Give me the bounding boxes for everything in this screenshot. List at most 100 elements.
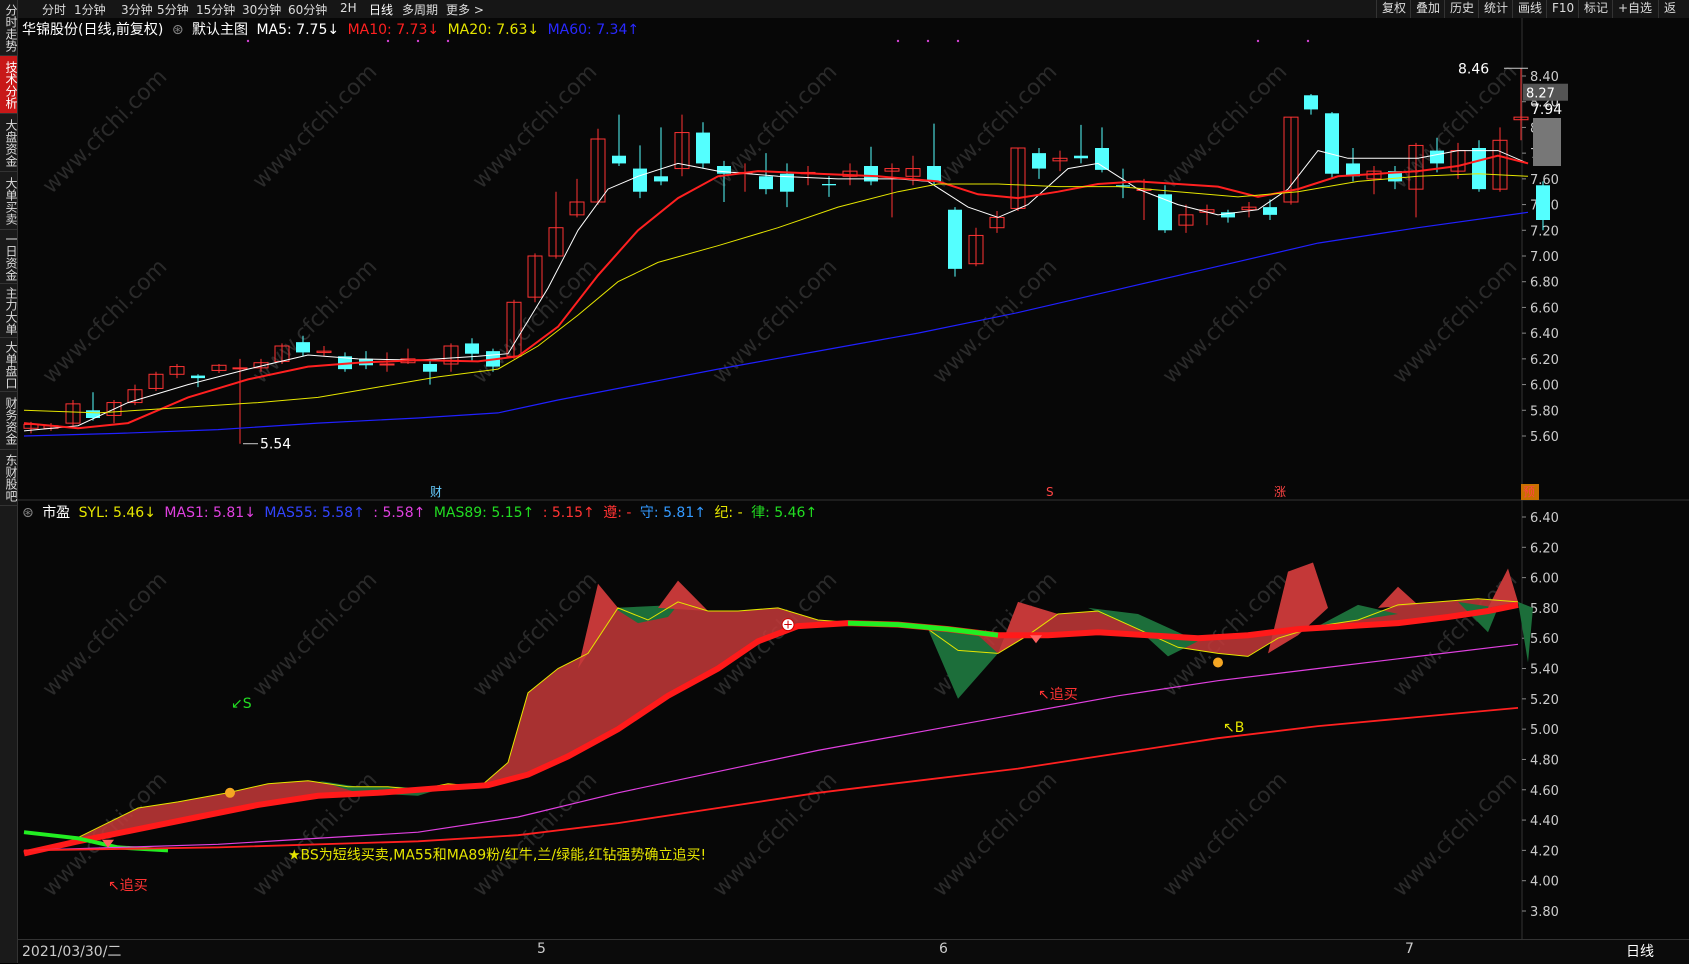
period-tab-5min[interactable]: 5分钟 [157, 1, 189, 18]
indicator-legend: ⊛ 市盈 SYL: 5.46↓ MAS1: 5.81↓ MAS55: 5.58↑… [22, 502, 821, 522]
sidebar-tab[interactable]: 大单买卖 [0, 172, 18, 230]
candle-down [423, 364, 437, 372]
event-dot [246, 39, 250, 43]
chase-buy-annotation-left: ↖追买 [108, 878, 148, 894]
candle-down [1536, 185, 1550, 220]
candle-down [948, 209, 962, 269]
sidebar-tab[interactable]: 东财股吧 [0, 450, 18, 506]
month-label-5: 5 [537, 941, 546, 957]
mas55-legend: MAS55: 5.58↑ [264, 505, 365, 521]
candle-up [379, 363, 395, 366]
strategy-note: ★BS为短线买卖,MA55和MA89粉/红牛,兰/绿能,红钻强势确立追买! [288, 847, 706, 863]
hand-pointer-icon [225, 787, 235, 798]
overlay-button[interactable]: 叠加 [1410, 0, 1445, 18]
sidebar-tab[interactable]: 大盘资金 [0, 114, 18, 172]
sidebar-tab[interactable]: 技术分析 [0, 56, 18, 114]
candle-down [1095, 148, 1109, 170]
event-dot [1306, 39, 1310, 43]
ma5-legend: MA5: 7.75↓ [256, 22, 340, 38]
syl-legend: SYL: 5.46↓ [78, 505, 156, 521]
history-button[interactable]: 历史 [1444, 0, 1479, 18]
template-icon[interactable]: ⊛ [172, 22, 184, 38]
month-label-7: 7 [1405, 941, 1414, 957]
high-price-label: 8.46 [1458, 61, 1489, 77]
indicator-tick-label: 5.80 [1530, 602, 1559, 617]
buy-signal-b: ↖B [1223, 720, 1244, 736]
ma60-legend: MA60: 7.34↑ [547, 22, 640, 38]
back-button[interactable]: 返回 [1658, 0, 1689, 32]
period-tab-more[interactable]: 更多 > [446, 1, 484, 18]
sidebar-tab[interactable]: 分时走势 [0, 0, 18, 56]
candle-down [654, 176, 668, 182]
sidebar-tab[interactable]: 一日资金 [0, 230, 18, 284]
candle-down [717, 166, 731, 174]
indicator-tick-label: 4.00 [1530, 875, 1559, 890]
stock-name: 华锦股份(日线,前复权) [22, 22, 164, 38]
candlestick-chart[interactable]: www.cfchi.com www.cfchi.com www.cfchi.com w… [18, 18, 1689, 501]
add-watchlist-button[interactable]: +自选 [1612, 0, 1657, 18]
event-dot [386, 39, 390, 43]
period-tab-2h[interactable]: 2H [340, 1, 357, 15]
sidebar-tab[interactable]: 主力大单 [0, 284, 18, 338]
main-chart-bg [18, 18, 1689, 501]
indicator-name[interactable]: 市盈 [42, 505, 70, 521]
main-legend: 华锦股份(日线,前复权) ⊛ 默认主图 MA5: 7.75↓ MA10: 7.7… [22, 19, 643, 39]
current-price-label: 8.27 [1526, 87, 1555, 102]
period-tab-multi[interactable]: 多周期 [402, 1, 438, 18]
indicator-menu-icon[interactable]: ⊛ [22, 505, 34, 521]
left-sidebar: 分时走势 技术分析 大盘资金 大单买卖 一日资金 主力大单 大单盘口 财务资金 东财股吧 [0, 0, 18, 963]
candle-down [696, 132, 710, 164]
price-tick-label: 8.40 [1530, 70, 1559, 85]
candle-down [1430, 150, 1444, 164]
period-tab-3min[interactable]: 3分钟 [121, 1, 153, 18]
period-tab-daily[interactable]: 日线 [369, 1, 393, 18]
hand-pointer-icon [1213, 657, 1223, 668]
pe-indicator-chart[interactable]: www.cfchi.com www.cfchi.com www.cfchi.com w… [18, 501, 1689, 939]
mas89b-legend: : 5.15↑ [542, 505, 595, 521]
indicator-tick-label: 4.40 [1530, 814, 1559, 829]
stock-chart-app: 分时走势 技术分析 大盘资金 大单买卖 一日资金 主力大单 大单盘口 财务资金 东财股吧 分时 … [0, 0, 1689, 964]
period-tab-15min[interactable]: 15分钟 [196, 1, 235, 18]
fuquan-button[interactable]: 复权 [1376, 0, 1411, 18]
event-marker-yu: 预 [1523, 485, 1535, 499]
price-tick-label: 6.80 [1530, 276, 1559, 291]
ma10-legend: MA10: 7.73↓ [347, 22, 440, 38]
f10-button[interactable]: F10 [1546, 0, 1579, 18]
period-toolbar: 分时 1分钟 3分钟 5分钟 15分钟 30分钟 60分钟 2H 日线 多周期 … [18, 0, 1689, 32]
indicator-tick-label: 5.40 [1530, 663, 1559, 678]
price-tick-label: 6.40 [1530, 327, 1559, 342]
template-name[interactable]: 默认主图 [192, 22, 248, 38]
candle-down [1032, 153, 1046, 169]
period-tab-fenshi[interactable]: 分时 [42, 1, 66, 18]
candle-down [759, 176, 773, 190]
candle-down [1325, 113, 1339, 174]
shou-legend: 守: 5.81↑ [639, 505, 706, 521]
period-tab-1min[interactable]: 1分钟 [74, 1, 106, 18]
ma20-legend: MA20: 7.63↓ [447, 22, 540, 38]
draw-line-button[interactable]: 画线 [1512, 0, 1547, 18]
low-price-label: 5.54 [260, 437, 291, 453]
mas89-legend: MAS89: 5.15↑ [433, 505, 535, 521]
indicator-tick-label: 3.80 [1530, 905, 1559, 920]
period-tab-30min[interactable]: 30分钟 [242, 1, 281, 18]
candle-down [1263, 207, 1277, 215]
price-tick-label: 6.00 [1530, 379, 1559, 394]
indicator-tick-label: 4.20 [1530, 844, 1559, 859]
sidebar-tab[interactable]: 大单盘口 [0, 338, 18, 392]
indicator-tick-label: 6.20 [1530, 541, 1559, 556]
price-tick-label: 7.20 [1530, 224, 1559, 239]
event-dot [926, 39, 930, 43]
indicator-tick-label: 6.40 [1530, 511, 1559, 526]
ji-legend: 纪: - [714, 505, 743, 521]
event-dot [896, 39, 900, 43]
period-tab-60min[interactable]: 60分钟 [288, 1, 327, 18]
indicator-tick-label: 5.60 [1530, 632, 1559, 647]
stats-button[interactable]: 统计 [1478, 0, 1513, 18]
price-tick-label: 5.60 [1530, 430, 1559, 445]
mark-button[interactable]: 标记 [1578, 0, 1613, 18]
event-dot [1256, 39, 1260, 43]
mas1-legend: MAS1: 5.81↓ [164, 505, 256, 521]
sidebar-tab[interactable]: 财务资金 [0, 392, 18, 450]
event-marker-s: S [1046, 485, 1054, 499]
month-label-6: 6 [939, 941, 948, 957]
